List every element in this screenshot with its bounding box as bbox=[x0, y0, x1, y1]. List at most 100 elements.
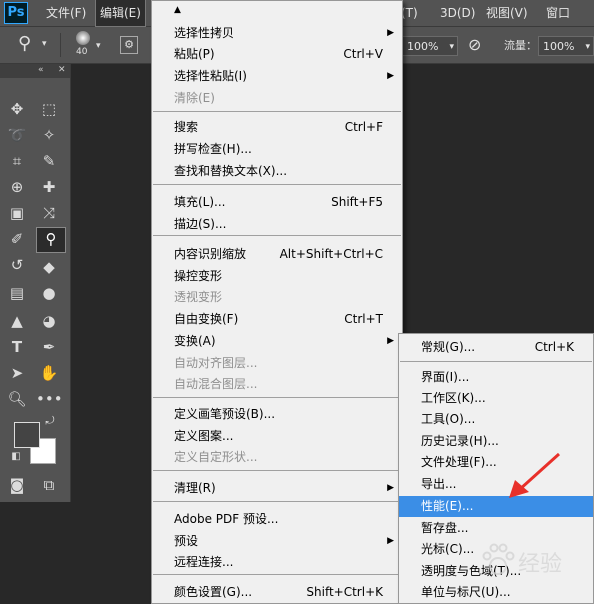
submenu-arrow-icon: ▶ bbox=[387, 483, 394, 493]
preferences-item[interactable]: 界面(I)... bbox=[399, 367, 593, 388]
menu-item-label: 预设 bbox=[174, 534, 199, 548]
crop-icon[interactable]: ⌗ bbox=[4, 150, 30, 172]
pressure-opacity-icon[interactable]: ⊘ bbox=[468, 35, 481, 54]
history-brush-icon[interactable]: ↺ bbox=[4, 254, 30, 276]
default-colors-icon[interactable]: ◧ bbox=[8, 450, 24, 464]
edit-menu-item: 清除(E) bbox=[152, 88, 402, 109]
edit-menu-item[interactable]: 预设 ▶ bbox=[152, 531, 402, 552]
bandage-icon[interactable]: ✚ bbox=[36, 176, 62, 198]
lasso-icon[interactable]: ➰ bbox=[4, 124, 30, 146]
dodge-icon[interactable]: ◕ bbox=[36, 310, 62, 332]
foreground-color-swatch[interactable] bbox=[14, 422, 40, 448]
menu-item-label: 查找和替换文本(X)... bbox=[174, 164, 288, 178]
menu-item-shortcut: Ctrl+F bbox=[344, 120, 383, 134]
edit-menu-item[interactable]: 远程连接... bbox=[152, 552, 402, 573]
preferences-item[interactable]: 单位与标尺(U)... bbox=[399, 582, 593, 603]
preferences-item[interactable]: 暂存盘... bbox=[399, 518, 593, 539]
menu-separator bbox=[153, 184, 401, 185]
edit-menu-item[interactable]: 操控变形 bbox=[152, 266, 402, 287]
edit-menu-item[interactable]: 填充(L)... Shift+F5 bbox=[152, 192, 402, 213]
edit-menu-item[interactable]: 自由变换(F) Ctrl+T bbox=[152, 309, 402, 330]
brush-icon[interactable]: ✐ bbox=[4, 228, 30, 250]
menu-item-label: 变换(A) bbox=[174, 334, 216, 348]
scroll-up-icon[interactable]: ▲ bbox=[174, 5, 181, 15]
menu-item-label: 常规(G)... bbox=[421, 340, 476, 354]
menu-item-label: 操控变形 bbox=[174, 269, 223, 283]
menu-edit[interactable]: 编辑(E) bbox=[95, 0, 146, 27]
menu-item-label: 粘贴(P) bbox=[174, 47, 215, 61]
screen-mode-icon[interactable]: ⧉ bbox=[36, 474, 62, 496]
triangle-icon[interactable]: ▲ bbox=[4, 310, 30, 332]
edit-menu-item: 自动对齐图层... bbox=[152, 353, 402, 374]
edit-menu-item[interactable]: 选择性拷贝 ▶ bbox=[152, 23, 402, 44]
pen-icon[interactable]: ✒ bbox=[36, 336, 62, 358]
menu-item-shortcut: Ctrl+T bbox=[344, 312, 383, 326]
zoom-icon[interactable]: 🔍︎ bbox=[4, 388, 30, 410]
quick-mask-icon[interactable]: ◙ bbox=[4, 474, 30, 496]
menu-item-label: Adobe PDF 预设... bbox=[174, 512, 279, 526]
edit-menu-item[interactable]: 定义画笔预设(B)... bbox=[152, 404, 402, 425]
menu-separator bbox=[400, 361, 592, 362]
eyedropper-icon[interactable]: ✎ bbox=[36, 150, 62, 172]
blur-icon[interactable]: ● bbox=[36, 282, 62, 304]
edit-menu-item[interactable]: Adobe PDF 预设... bbox=[152, 509, 402, 530]
watermark-text: 经验 bbox=[518, 552, 563, 577]
edit-menu-item[interactable]: 定义图案... bbox=[152, 426, 402, 447]
edit-menu-item[interactable]: 变换(A) ▶ bbox=[152, 331, 402, 352]
edit-menu: ▲ 选择性拷贝 ▶ 粘贴(P) Ctrl+V 选择性粘贴(I) ▶ 清除(E) 搜索 Ctrl+… bbox=[151, 0, 403, 604]
tools-panel-header[interactable]: « ✕ bbox=[0, 64, 70, 78]
brush-size-label: 40 bbox=[76, 47, 88, 57]
frame-icon[interactable]: ▣ bbox=[4, 202, 30, 224]
brush-panel-icon[interactable]: ⚙ bbox=[120, 36, 138, 54]
edit-menu-item[interactable]: 粘贴(P) Ctrl+V bbox=[152, 44, 402, 65]
preferences-item[interactable]: 常规(G)... Ctrl+K bbox=[399, 337, 593, 358]
preferences-item[interactable]: 工作区(K)... bbox=[399, 388, 593, 409]
menu-item-label: 选择性粘贴(I) bbox=[174, 69, 247, 83]
edit-menu-item[interactable]: 描边(S)... bbox=[152, 214, 402, 235]
menu-file[interactable]: 文件(F) bbox=[42, 0, 90, 26]
shuffle-icon[interactable]: ⤨ bbox=[36, 202, 62, 224]
edit-menu-item[interactable]: 内容识别缩放 Alt+Shift+Ctrl+C bbox=[152, 244, 402, 265]
type-icon[interactable]: T bbox=[4, 336, 30, 358]
move-icon[interactable]: ✥ bbox=[4, 98, 30, 120]
chevron-down-icon[interactable]: ▾ bbox=[96, 41, 101, 51]
edit-menu-item[interactable]: 查找和替换文本(X)... bbox=[152, 161, 402, 182]
flow-label: 流量： bbox=[504, 39, 537, 52]
submenu-arrow-icon: ▶ bbox=[387, 28, 394, 38]
edit-menu-item[interactable]: 清理(R) ▶ bbox=[152, 478, 402, 499]
marquee-icon[interactable]: ⬚ bbox=[36, 98, 62, 120]
collapse-icon[interactable]: « bbox=[38, 65, 44, 75]
menu-item-label: 透视变形 bbox=[174, 290, 223, 304]
healing-icon[interactable]: ⊕ bbox=[4, 176, 30, 198]
menu-separator bbox=[153, 501, 401, 502]
menu-3d[interactable]: 3D(D) bbox=[436, 0, 479, 26]
edit-menu-item[interactable]: 颜色设置(G)... Shift+Ctrl+K bbox=[152, 582, 402, 603]
menu-item-label: 搜索 bbox=[174, 120, 199, 134]
brush-preview-icon[interactable] bbox=[76, 31, 90, 45]
edit-menu-item[interactable]: 选择性粘贴(I) ▶ bbox=[152, 66, 402, 87]
path-select-icon[interactable]: ➤ bbox=[4, 362, 30, 384]
edit-menu-item[interactable]: 拼写检查(H)... bbox=[152, 139, 402, 160]
preferences-item[interactable]: 工具(O)... bbox=[399, 409, 593, 430]
opacity-field[interactable]: 100% ▾ bbox=[402, 36, 458, 56]
clone-stamp-preset-icon[interactable]: ⚲ bbox=[18, 33, 31, 54]
menu-separator bbox=[153, 397, 401, 398]
edit-menu-item[interactable]: 搜索 Ctrl+F bbox=[152, 117, 402, 138]
gradient-icon[interactable]: ▤ bbox=[4, 282, 30, 304]
menu-item-label: 自动对齐图层... bbox=[174, 356, 258, 370]
flow-field[interactable]: 100% ▾ bbox=[538, 36, 594, 56]
swap-colors-icon[interactable]: ⤾ bbox=[42, 414, 58, 428]
hand-icon[interactable]: ✋ bbox=[36, 362, 62, 384]
preferences-item[interactable]: 历史记录(H)... bbox=[399, 431, 593, 452]
magic-wand-icon[interactable]: ✧ bbox=[36, 124, 62, 146]
menu-item-label: 光标(C)... bbox=[421, 542, 475, 556]
menu-window[interactable]: 窗口(W) bbox=[542, 0, 594, 46]
menu-item-label: 自由变换(F) bbox=[174, 312, 239, 326]
more-icon[interactable]: ••• bbox=[36, 388, 63, 410]
eraser-icon[interactable]: ◆ bbox=[36, 256, 62, 278]
annotation-arrow-shaft bbox=[517, 452, 561, 492]
close-icon[interactable]: ✕ bbox=[58, 65, 66, 75]
menu-view[interactable]: 视图(V) bbox=[482, 0, 532, 26]
chevron-down-icon[interactable]: ▾ bbox=[42, 39, 47, 49]
clone-stamp-icon[interactable]: ⚲ bbox=[36, 227, 66, 253]
